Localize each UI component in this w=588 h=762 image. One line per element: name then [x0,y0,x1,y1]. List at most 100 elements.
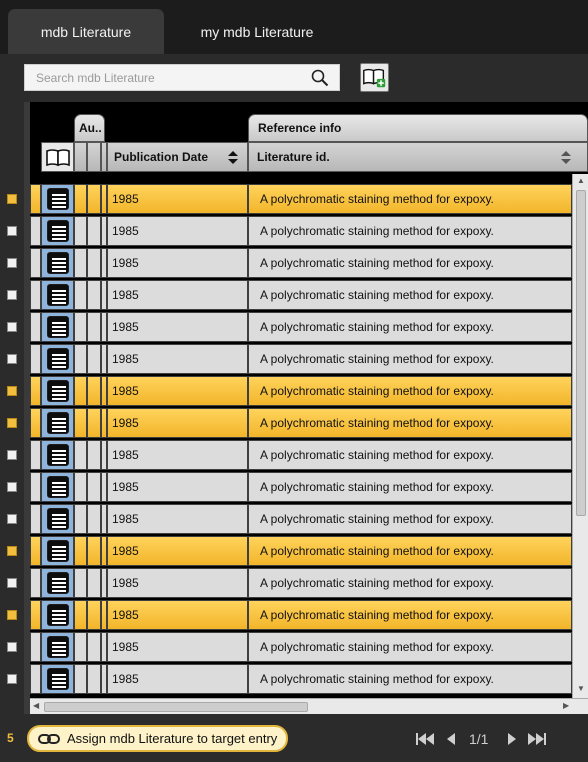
literature-id-cell[interactable]: A polychromatic staining method for expo… [248,472,572,502]
row-marker-cell[interactable] [30,536,41,566]
literature-id-header[interactable]: Literature id. [248,142,588,172]
record-icon-cell[interactable] [41,216,74,246]
literature-id-cell[interactable]: A polychromatic staining method for expo… [248,376,572,406]
tab-mdb-literature[interactable]: mdb Literature [8,9,164,54]
horizontal-scrollbar[interactable]: ◀ ▶ [30,698,588,714]
record-icon-cell[interactable] [41,376,74,406]
author-cell[interactable] [87,280,101,310]
list-icon[interactable] [46,316,69,338]
table-row[interactable]: 1985 A polychromatic staining method for … [30,280,572,310]
author-cell[interactable] [87,216,101,246]
author-cell[interactable] [87,600,101,630]
literature-id-cell[interactable]: A polychromatic staining method for expo… [248,664,572,694]
list-icon[interactable] [46,220,69,242]
author-cell[interactable] [74,280,87,310]
literature-id-cell[interactable]: A polychromatic staining method for expo… [248,248,572,278]
record-icon-cell[interactable] [41,280,74,310]
author-cell[interactable] [74,216,87,246]
row-marker-cell[interactable] [30,440,41,470]
row-marker-cell[interactable] [30,568,41,598]
row-checkbox[interactable] [7,482,17,492]
record-icon-cell[interactable] [41,408,74,438]
table-row[interactable]: 1985 A polychromatic staining method for … [30,664,572,694]
literature-id-cell[interactable]: A polychromatic staining method for expo… [248,536,572,566]
group-header-reference-info[interactable]: Reference info [248,114,588,142]
row-checkbox[interactable] [7,194,17,204]
literature-id-cell[interactable]: A polychromatic staining method for expo… [248,568,572,598]
table-row[interactable]: 1985 A polychromatic staining method for … [30,568,572,598]
scroll-right-icon[interactable]: ▶ [563,701,569,710]
group-header-authors[interactable]: Au.. [74,114,105,142]
author-cell[interactable] [74,536,87,566]
row-marker-cell[interactable] [30,344,41,374]
record-icon-cell[interactable] [41,312,74,342]
horizontal-scroll-thumb[interactable] [44,702,308,712]
list-icon[interactable] [46,348,69,370]
row-checkbox[interactable] [7,450,17,460]
row-checkbox[interactable] [7,514,17,524]
author-cell[interactable] [87,536,101,566]
author-cell[interactable] [87,472,101,502]
row-checkbox[interactable] [7,418,17,428]
book-column-header[interactable] [41,142,74,172]
row-checkbox[interactable] [7,642,17,652]
author-cell[interactable] [87,408,101,438]
list-icon[interactable] [46,572,69,594]
literature-id-cell[interactable]: A polychromatic staining method for expo… [248,216,572,246]
scroll-down-icon[interactable]: ▼ [577,684,585,693]
author-cell[interactable] [87,312,101,342]
record-icon-cell[interactable] [41,664,74,694]
author-cell[interactable] [74,472,87,502]
row-marker-cell[interactable] [30,632,41,662]
author-cell[interactable] [74,344,87,374]
assign-literature-button[interactable]: Assign mdb Literature to target entry [27,725,288,752]
row-marker-cell[interactable] [30,248,41,278]
table-row[interactable]: 1985 A polychromatic staining method for … [30,632,572,662]
publication-date-cell[interactable]: 1985 [107,664,248,694]
table-row[interactable]: 1985 A polychromatic staining method for … [30,504,572,534]
list-icon[interactable] [46,476,69,498]
publication-date-cell[interactable]: 1985 [107,216,248,246]
author-cell[interactable] [74,184,87,214]
author-cell[interactable] [87,504,101,534]
prev-page-icon[interactable] [442,731,462,747]
publication-date-cell[interactable]: 1985 [107,504,248,534]
list-icon[interactable] [46,284,69,306]
row-checkbox[interactable] [7,546,17,556]
publication-date-cell[interactable]: 1985 [107,184,248,214]
list-icon[interactable] [46,380,69,402]
publication-date-cell[interactable]: 1985 [107,568,248,598]
first-page-icon[interactable] [415,731,435,747]
row-marker-cell[interactable] [30,600,41,630]
table-row[interactable]: 1985 A polychromatic staining method for … [30,344,572,374]
record-icon-cell[interactable] [41,472,74,502]
row-marker-cell[interactable] [30,312,41,342]
row-checkbox[interactable] [7,674,17,684]
last-page-icon[interactable] [527,731,547,747]
record-icon-cell[interactable] [41,600,74,630]
author-cell[interactable] [74,568,87,598]
record-icon-cell[interactable] [41,504,74,534]
record-icon-cell[interactable] [41,536,74,566]
vertical-scroll-thumb[interactable] [576,190,586,516]
author-cell[interactable] [87,184,101,214]
literature-id-cell[interactable]: A polychromatic staining method for expo… [248,408,572,438]
author-cell[interactable] [74,408,87,438]
author-cell[interactable] [74,600,87,630]
publication-date-header[interactable]: Publication Date [107,142,248,172]
record-icon-cell[interactable] [41,248,74,278]
publication-date-cell[interactable]: 1985 [107,344,248,374]
table-row[interactable]: 1985 A polychromatic staining method for … [30,536,572,566]
list-icon[interactable] [46,604,69,626]
sort-icon[interactable] [228,151,238,164]
table-row[interactable]: 1985 A polychromatic staining method for … [30,472,572,502]
table-row[interactable]: 1985 A polychromatic staining method for … [30,600,572,630]
row-checkbox[interactable] [7,578,17,588]
author-cell[interactable] [74,440,87,470]
author-cell[interactable] [74,504,87,534]
list-icon[interactable] [46,444,69,466]
list-icon[interactable] [46,188,69,210]
vertical-scrollbar[interactable]: ▲ ▼ [572,174,588,698]
publication-date-cell[interactable]: 1985 [107,440,248,470]
author-cell[interactable] [74,248,87,278]
